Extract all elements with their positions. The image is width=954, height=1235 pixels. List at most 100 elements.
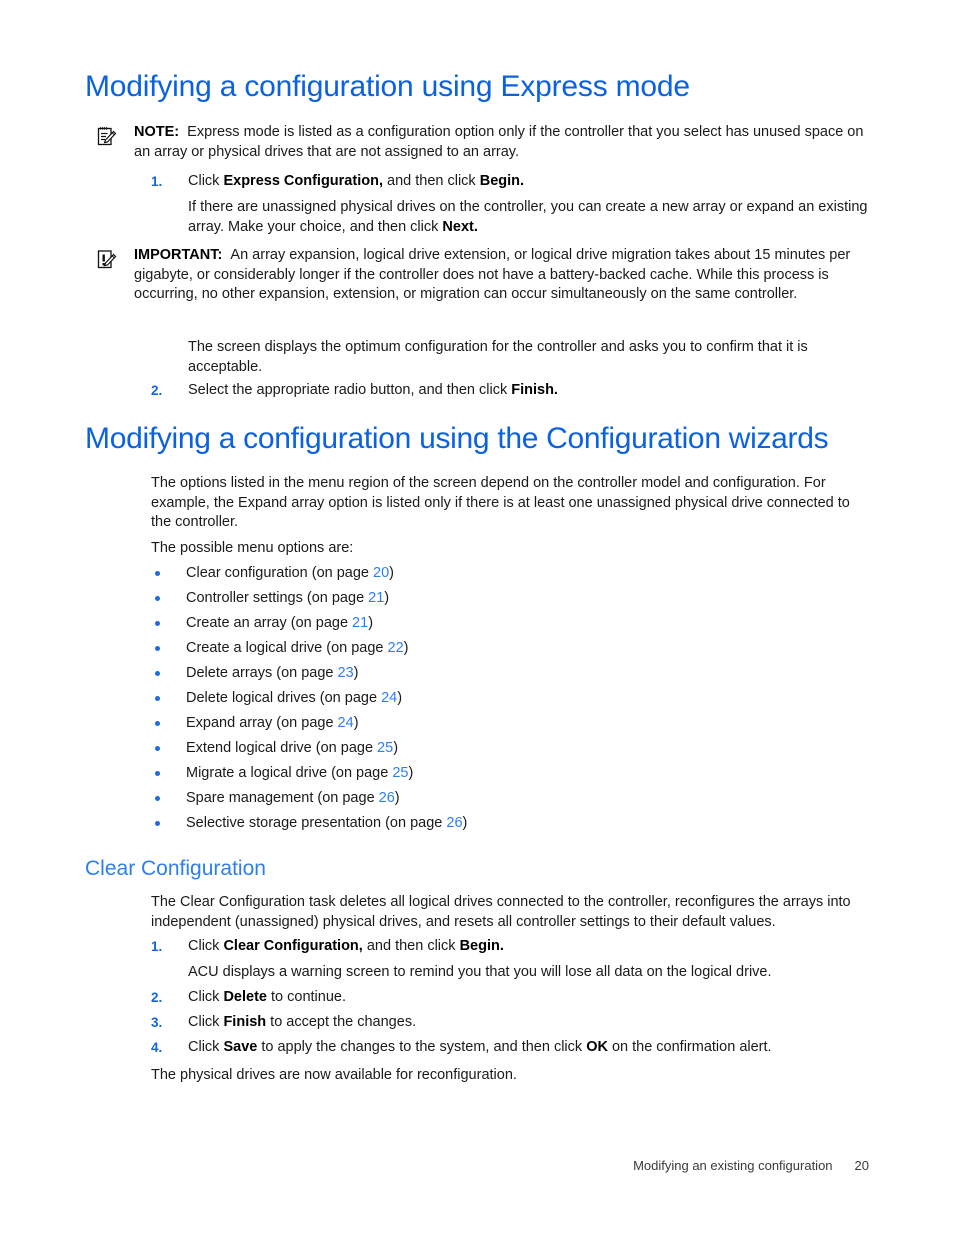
express-configuration-label: Express Configuration, [223,173,383,189]
list-item-text: Clear configuration (on page [186,565,374,581]
list-item-text: Extend logical drive (on page [186,740,378,756]
page-link[interactable]: 25 [392,765,408,781]
bullet-dot-icon [155,771,160,776]
clear-step-4: 4. Click Save to apply the changes to th… [151,1038,867,1058]
list-item-text: Spare management (on page [186,790,379,806]
clear-step-1-followup: ACU displays a warning screen to remind … [188,964,772,980]
page-link[interactable]: 26 [379,790,395,806]
list-item-close-paren: ) [408,765,414,781]
list-item-label: Delete arrays (on page 23) [186,663,867,684]
list-item[interactable]: Create an array (on page 21) [151,613,867,638]
bullet-dot-icon [155,796,160,801]
step-text: Click Clear Configuration, and then clic… [188,937,867,957]
page-link[interactable]: 24 [381,690,397,706]
wizards-intro-paragraph: The options listed in the menu region of… [151,475,850,530]
page-link[interactable]: 20 [373,565,389,581]
clear-step-2-pre: Click [188,989,224,1005]
clear-step-1-mid: and then click [362,938,460,954]
clear-step-3-pre: Click [188,1014,224,1030]
list-item-text: Delete logical drives (on page [186,690,382,706]
list-item-label: Create an array (on page 21) [186,613,867,634]
list-item-label: Controller settings (on page 21) [186,588,867,609]
footer-page-number: 20 [854,1158,869,1173]
list-item-label: Create a logical drive (on page 22) [186,638,867,659]
menu-options-lead-in: The possible menu options are: [151,540,354,556]
screen-confirmation-paragraph: The screen displays the optimum configur… [188,339,808,375]
step-text: Click Save to apply the changes to the s… [188,1038,867,1058]
bullet-dot-icon [155,721,160,726]
clear-step-3: 3. Click Finish to accept the changes. [151,1013,867,1033]
list-item-close-paren: ) [403,640,409,656]
list-item-close-paren: ) [389,565,394,581]
list-item-text: Controller settings (on page [186,590,369,606]
step-text: Select the appropriate radio button, and… [188,381,867,401]
step-number: 1. [151,939,163,954]
page-title-express-mode: Modifying a configuration using Express … [85,70,690,103]
list-item[interactable]: Create a logical drive (on page 22) [151,638,867,663]
page-link[interactable]: 21 [368,590,384,606]
list-item[interactable]: Delete arrays (on page 23) [151,663,867,688]
list-item[interactable]: Extend logical drive (on page 25) [151,738,867,763]
next-button-label: Next. [442,218,478,235]
note-pad-pencil-icon [96,125,118,147]
step-1-followup-text: If there are unassigned physical drives … [188,199,868,235]
bullet-dot-icon [155,646,160,651]
step-1-followup-paragraph: If there are unassigned physical drives … [188,198,868,237]
bullet-dot-icon [155,821,160,826]
list-item-close-paren: ) [393,740,399,756]
bullet-dot-icon [155,621,160,626]
page-link[interactable]: 23 [338,665,354,681]
list-item[interactable]: Clear configuration (on page 20) [151,563,867,588]
page-title-configuration-wizards: Modifying a configuration using the Conf… [85,422,829,455]
clear-step-4-mid: to apply the changes to the system, and … [257,1039,587,1055]
list-item-text: Delete arrays (on page [186,665,338,681]
clear-step-4-post: on the confirmation alert. [607,1039,772,1055]
list-item-label: Spare management (on page 26) [186,788,867,809]
note-admonition: NOTE: Express mode is listed as a config… [96,123,868,162]
clear-step-1: 1. Click Clear Configuration, and then c… [151,937,867,957]
important-body-text: An array expansion, logical drive extens… [134,247,851,302]
step-text-prefix: Click [188,173,224,189]
page-footer: Modifying an existing configuration 20 [0,1158,869,1173]
note-body-text: Express mode is listed as a configuratio… [134,124,864,160]
list-item[interactable]: Delete logical drives (on page 24) [151,688,867,713]
clear-configuration-intro: The Clear Configuration task deletes all… [151,894,851,930]
clear-step-1-pre: Click [188,938,224,954]
note-label: NOTE: [134,124,180,140]
note-text: NOTE: Express mode is listed as a config… [134,123,868,162]
closing-paragraph: The physical drives are now available fo… [151,1067,517,1083]
bullet-dot-icon [155,571,160,576]
page-link[interactable]: 25 [377,740,393,756]
begin-button-label: Begin. [459,938,504,954]
list-item[interactable]: Controller settings (on page 21) [151,588,867,613]
step-text: Click Finish to accept the changes. [188,1013,867,1033]
important-label: IMPORTANT: [134,247,223,263]
menu-options-list: Clear configuration (on page 20) Controll… [151,563,867,838]
list-item-text: Create an array (on page [186,615,353,631]
step-2-express: 2. Select the appropriate radio button, … [151,381,867,401]
clear-step-2: 2. Click Delete to continue. [151,988,867,1008]
step-number: 2. [151,990,163,1005]
bullet-dot-icon [155,671,160,676]
delete-button-label: Delete [223,989,267,1005]
list-item-label: Extend logical drive (on page 25) [186,738,867,759]
list-item[interactable]: Migrate a logical drive (on page 25) [151,763,867,788]
step-number: 2. [151,383,163,398]
list-item-close-paren: ) [353,665,359,681]
bullet-dot-icon [155,696,160,701]
clear-step-3-post: to accept the changes. [266,1014,417,1030]
list-item[interactable]: Spare management (on page 26) [151,788,867,813]
page-link[interactable]: 24 [338,715,354,731]
page-link[interactable]: 22 [388,640,404,656]
list-item-text: Migrate a logical drive (on page [186,765,393,781]
list-item[interactable]: Selective storage presentation (on page … [151,813,867,838]
list-item-close-paren: ) [397,690,403,706]
page-link[interactable]: 26 [446,815,462,831]
important-admonition: IMPORTANT: An array expansion, logical d… [96,246,868,305]
list-item-text: Selective storage presentation (on page [186,815,447,831]
page-link[interactable]: 21 [352,615,368,631]
list-item-label: Delete logical drives (on page 24) [186,688,867,709]
list-item-close-paren: ) [394,790,400,806]
list-item-close-paren: ) [384,590,390,606]
list-item[interactable]: Expand array (on page 24) [151,713,867,738]
